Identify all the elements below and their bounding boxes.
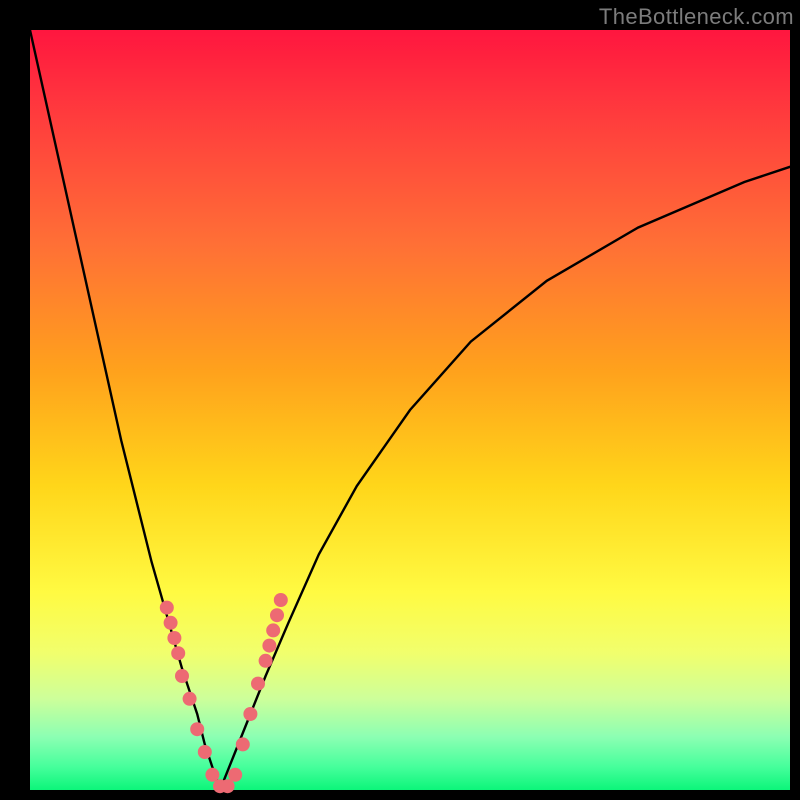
data-point: [243, 707, 257, 721]
curve-layer: [30, 30, 790, 790]
data-point: [183, 692, 197, 706]
curve-path: [30, 30, 790, 790]
bottleneck-curve: [30, 30, 790, 790]
data-point: [167, 631, 181, 645]
data-point: [236, 737, 250, 751]
watermark-label: TheBottleneck.com: [599, 4, 794, 30]
data-point: [266, 623, 280, 637]
data-point: [171, 646, 185, 660]
data-point: [198, 745, 212, 759]
data-point: [221, 779, 235, 793]
data-point: [205, 768, 219, 782]
data-point: [228, 768, 242, 782]
data-points: [160, 593, 288, 793]
data-point: [164, 616, 178, 630]
plot-area: [30, 30, 790, 790]
data-point: [160, 601, 174, 615]
data-point: [251, 677, 265, 691]
data-point: [262, 639, 276, 653]
data-point: [259, 654, 273, 668]
chart-frame: TheBottleneck.com: [0, 0, 800, 800]
data-point: [274, 593, 288, 607]
data-point: [190, 722, 204, 736]
data-point: [175, 669, 189, 683]
data-point: [270, 608, 284, 622]
